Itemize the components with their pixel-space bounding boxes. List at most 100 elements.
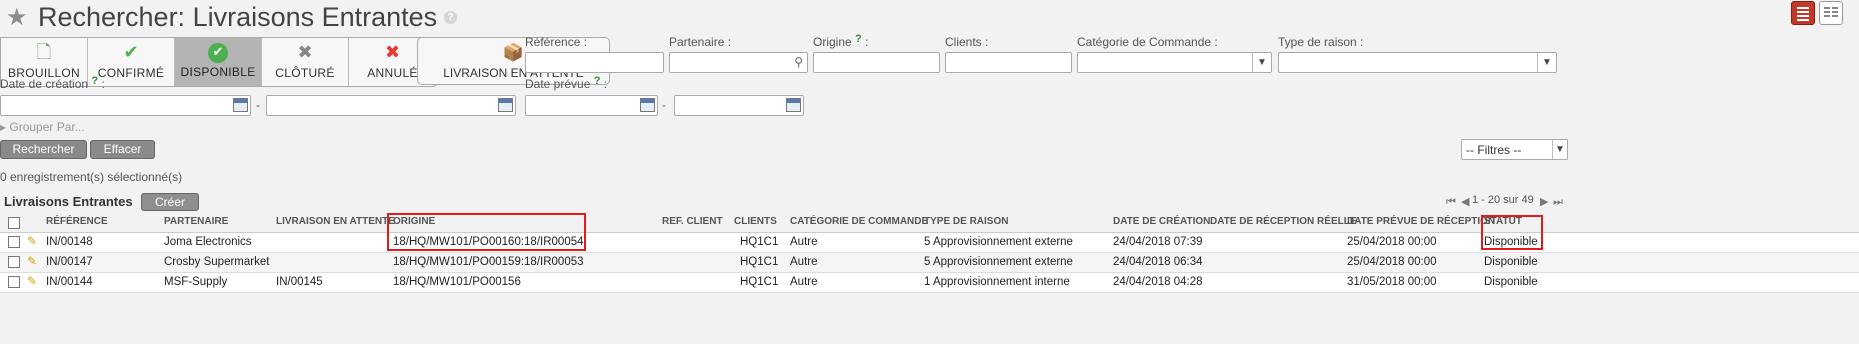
state-button-2[interactable]: ✔ DISPONIBLE [175,38,262,86]
row-checkbox[interactable] [8,256,20,268]
calendar-icon[interactable] [233,98,248,112]
status-column-highlight [1481,215,1543,250]
cell-partner: MSF-Supply [164,276,228,288]
clients-label: Clients : [945,35,989,49]
state-button-label: DISPONIBLE [180,65,256,79]
cell-creation-date: 24/04/2018 04:28 [1113,276,1203,288]
column-header-order-category[interactable]: CATÉGORIE DE COMMANDE [790,216,928,227]
edit-pencil-icon[interactable]: ✎ [27,274,37,288]
cell-planned-receipt-date: 25/04/2018 00:00 [1347,236,1437,248]
cell-partner: Joma Electronics [164,236,252,248]
calendar-icon[interactable] [640,98,655,112]
cell-creation-date: 24/04/2018 07:39 [1113,236,1203,248]
pager-count[interactable]: 1 - 20 sur 49 [1472,194,1534,206]
origin-label: Origine ? : [813,33,869,49]
cell-creation-date: 24/04/2018 06:34 [1113,256,1203,268]
cell-order-category: Autre [790,256,818,268]
cell-clients: HQ1C1 [740,236,779,248]
column-header-creation-date[interactable]: DATE DE CRÉATION [1113,216,1210,227]
order-category-select[interactable]: ▼ [1077,52,1272,73]
cell-reference: IN/00147 [46,256,93,268]
select-all-checkbox[interactable] [8,217,20,229]
state-button-3[interactable]: ✖ CLÔTURÉ [262,38,349,86]
cell-order-category: Autre [790,276,818,288]
table-row[interactable]: ✎ IN/00144 MSF-Supply IN/00145 18/HQ/MW101/P… [0,273,1859,293]
origin-column-highlight [387,213,586,251]
creation-date-label: Date de création ? : [0,75,105,91]
column-header-partner[interactable]: PARTENAIRE [164,216,228,227]
chevron-down-icon: ▼ [1537,53,1556,72]
selected-count: 0 enregistrement(s) sélectionné(s) [0,170,183,184]
date-range-separator: - [256,98,260,112]
column-header-reason-type[interactable]: TYPE DE RAISON [924,216,1008,227]
calendar-icon[interactable] [498,98,513,112]
cell-origin: 18/HQ/MW101/PO00156 [393,276,521,288]
order-category-label: Catégorie de Commande : [1077,35,1218,49]
favorite-star-icon[interactable]: ★ [6,3,28,31]
column-header-real-receipt-date[interactable]: DATE DE RÉCEPTION RÉELLE [1210,216,1357,227]
partner-input[interactable]: ⚲ [669,52,808,73]
clear-button[interactable]: Effacer [90,140,155,159]
column-header-clients[interactable]: CLIENTS [734,216,777,227]
creation-date-help-icon[interactable]: ? [91,75,98,87]
cell-clients: HQ1C1 [740,276,779,288]
column-header-planned-receipt-date[interactable]: DATE PRÉVUE DE RÉCEPTION [1347,216,1495,227]
cell-order-category: Autre [790,236,818,248]
cell-clients: HQ1C1 [740,256,779,268]
cell-reason-type: 5 Approvisionnement externe [924,236,1073,248]
cell-reference: IN/00148 [46,236,93,248]
draft-icon: 🗋 [36,42,52,63]
reason-type-select[interactable]: ▼ [1278,52,1557,73]
row-checkbox[interactable] [8,236,20,248]
search-icon[interactable]: ⚲ [794,55,803,69]
group-by-toggle[interactable]: ▸ Grouper Par... [0,120,85,134]
list-title: Livraisons Entrantes [4,194,133,209]
search-button[interactable]: Rechercher [0,140,87,159]
filters-select[interactable]: -- Filtres -- ▼ [1461,139,1568,160]
check-icon: ✔ [123,42,139,63]
column-header-client-ref[interactable]: REF. CLIENT [662,216,723,227]
cell-origin: 18/HQ/MW101/PO00159:18/IR00053 [393,256,584,268]
list-view-icon[interactable] [1791,1,1815,25]
chevron-down-icon: ▼ [1552,140,1567,159]
creation-date-to-input[interactable] [266,95,516,116]
origin-help-icon[interactable]: ? [855,33,862,45]
reference-label: Référence : [525,35,588,49]
create-button[interactable]: Créer [141,193,199,211]
origin-input[interactable] [813,52,940,73]
partner-label: Partenaire : [669,35,732,49]
previous-page-icon[interactable]: ◀ [1461,195,1469,208]
cell-planned-receipt-date: 25/04/2018 00:00 [1347,256,1437,268]
page-title: Rechercher: Livraisons Entrantes [38,2,438,32]
help-icon[interactable]: ? [444,11,457,24]
cell-reason-type: 1 Approvisionnement interne [924,276,1070,288]
first-page-icon[interactable]: ⏮ [1446,195,1456,209]
calendar-icon[interactable] [786,98,801,112]
column-header-waiting-delivery[interactable]: LIVRAISON EN ATTENTE [276,216,395,227]
clients-input[interactable] [945,52,1072,73]
planned-date-help-icon[interactable]: ? [594,75,601,87]
close-x-icon: ✖ [297,42,313,63]
row-checkbox[interactable] [8,276,20,288]
cell-planned-receipt-date: 31/05/2018 00:00 [1347,276,1437,288]
cell-reference: IN/00144 [46,276,93,288]
reference-input[interactable] [525,52,664,73]
last-page-icon[interactable]: ⏭ [1553,195,1563,209]
next-page-icon[interactable]: ▶ [1540,195,1548,208]
list-toolbar [0,190,1859,212]
cell-status: Disponible [1484,276,1538,288]
planned-date-to-input[interactable] [674,95,804,116]
column-header-reference[interactable]: RÉFÉRENCE [46,216,108,227]
planned-date-from-input[interactable] [525,95,658,116]
reason-type-label: Type de raison : [1278,35,1364,49]
edit-pencil-icon[interactable]: ✎ [27,234,37,248]
edit-pencil-icon[interactable]: ✎ [27,254,37,268]
table-row[interactable]: ✎ IN/00147 Crosby Supermarket 18/HQ/MW101/P… [0,253,1859,273]
creation-date-from-input[interactable] [0,95,251,116]
table-row[interactable]: ✎ IN/00148 Joma Electronics 18/HQ/MW101/PO0… [0,233,1859,253]
form-view-icon[interactable] [1819,1,1843,25]
cell-waiting-delivery: IN/00145 [276,276,323,288]
cell-partner: Crosby Supermarket [164,256,270,268]
chevron-down-icon: ▼ [1252,53,1271,72]
cell-reason-type: 5 Approvisionnement externe [924,256,1073,268]
